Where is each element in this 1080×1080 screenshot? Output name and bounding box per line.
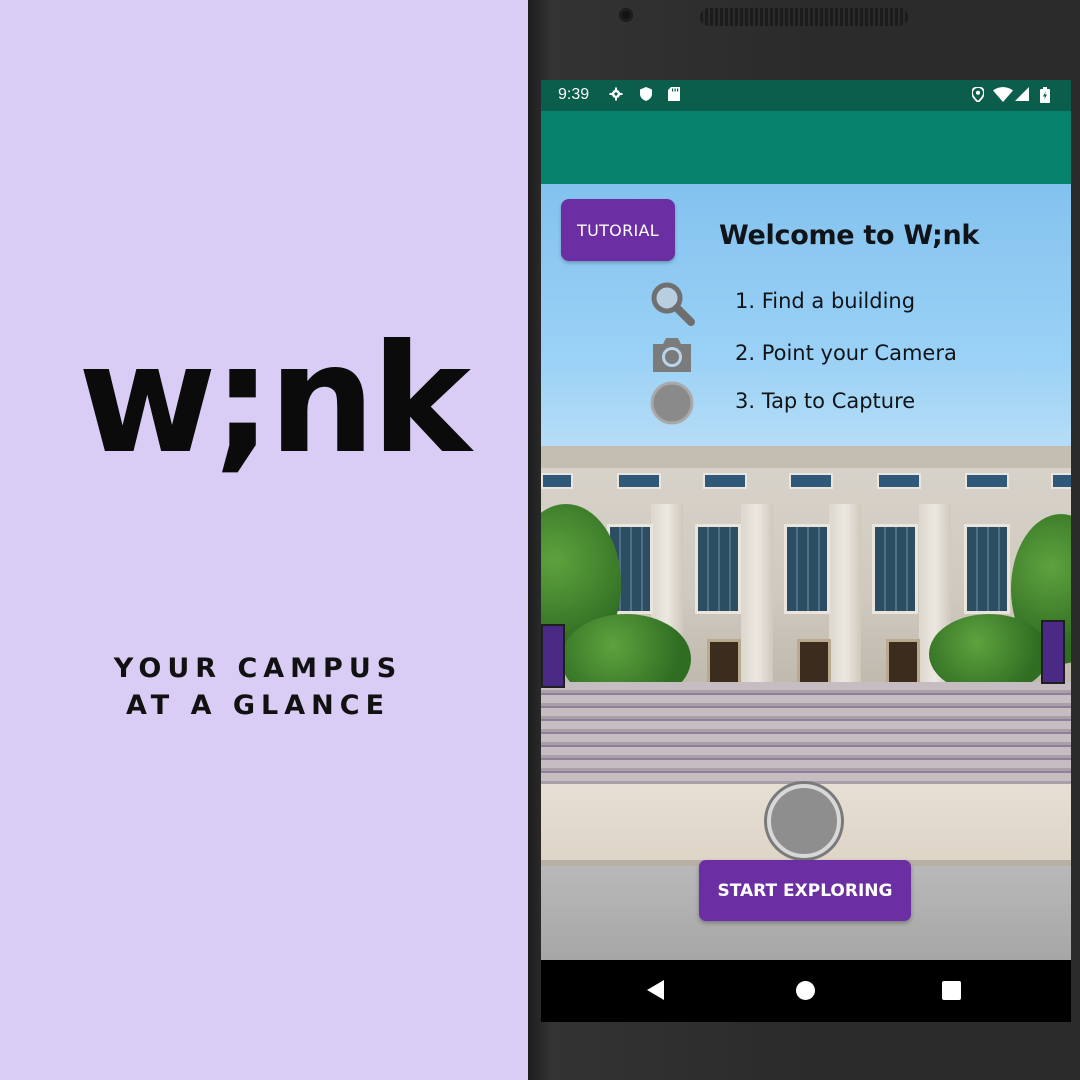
camera-preview[interactable]: TUTORIAL Welcome to W;nk 1. Find a build… <box>541 184 1071 960</box>
signal-icon <box>1015 87 1029 103</box>
promo-panel: w;nk YOUR CAMPUS AT A GLANCE <box>0 0 528 1080</box>
building-window <box>703 473 747 489</box>
wifi-icon <box>993 87 1013 103</box>
tagline-line-2: AT A GLANCE <box>125 690 391 721</box>
wink-logo: w;nk <box>78 313 471 487</box>
campus-banner <box>1041 620 1065 684</box>
building-tall-window <box>872 524 918 614</box>
back-icon[interactable] <box>647 980 664 1000</box>
building-door <box>797 639 831 685</box>
building-door <box>707 639 741 685</box>
android-nav-bar <box>541 960 1071 1022</box>
tagline-line-1: YOUR CAMPUS <box>113 653 403 684</box>
building-window <box>1051 473 1071 489</box>
welcome-title: Welcome to W;nk <box>719 220 980 251</box>
campus-banner <box>541 624 565 688</box>
status-time: 9:39 <box>558 86 590 103</box>
shield-icon <box>639 87 653 103</box>
building-tall-window <box>784 524 830 614</box>
building-column <box>741 504 773 690</box>
status-bar: 9:39 <box>541 80 1071 111</box>
step-text: 2. Point your Camera <box>735 341 957 365</box>
home-icon[interactable] <box>796 981 815 1000</box>
tutorial-step: 1. Find a building <box>649 280 1029 326</box>
phone-screen: 9:39 TUTORIAL Welcome to W;nk 1. Find a … <box>541 80 1071 1022</box>
camera-icon <box>649 332 695 378</box>
building-column <box>829 504 861 690</box>
tutorial-step: 3. Tap to Capture <box>649 380 1029 426</box>
building-window <box>541 473 573 489</box>
earpiece-speaker <box>700 8 908 26</box>
step-text: 3. Tap to Capture <box>735 389 916 413</box>
start-exploring-button[interactable]: START EXPLORING <box>699 860 911 921</box>
front-camera <box>619 8 633 22</box>
capture-button[interactable] <box>767 784 841 858</box>
location-icon <box>971 86 985 104</box>
phone-frame: 9:39 TUTORIAL Welcome to W;nk 1. Find a … <box>528 0 1080 1080</box>
building-window <box>877 473 921 489</box>
step-text: 1. Find a building <box>735 289 916 313</box>
battery-icon <box>1039 87 1051 103</box>
tutorial-step: 2. Point your Camera <box>649 332 1029 376</box>
app-bar <box>541 111 1071 184</box>
building-window <box>617 473 661 489</box>
building-door <box>886 639 920 685</box>
gear-icon <box>609 87 623 103</box>
building-tall-window <box>695 524 741 614</box>
sd-card-icon <box>667 87 681 103</box>
recents-icon[interactable] <box>942 981 961 1000</box>
capture-circle-icon <box>649 380 695 426</box>
building-window <box>789 473 833 489</box>
building-tall-window <box>964 524 1010 614</box>
tutorial-button[interactable]: TUTORIAL <box>561 199 675 261</box>
front-steps <box>541 682 1071 792</box>
building-cornice <box>541 446 1071 468</box>
tagline: YOUR CAMPUS AT A GLANCE <box>60 650 456 724</box>
building-window <box>965 473 1009 489</box>
search-icon <box>649 280 695 326</box>
